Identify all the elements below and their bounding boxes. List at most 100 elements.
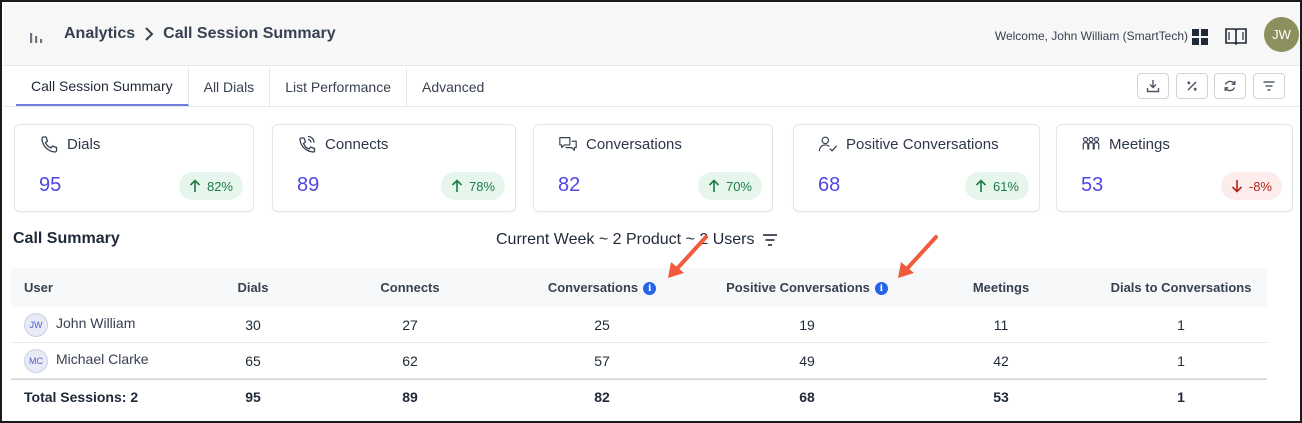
kpi-card-connects: Connects 89 78%	[272, 124, 516, 212]
user-avatar[interactable]: JW	[1264, 17, 1299, 52]
section-title: Call Summary	[13, 230, 120, 247]
col-meetings[interactable]: Meetings	[907, 280, 1095, 295]
filter-icon[interactable]	[762, 233, 778, 247]
cell-connects: 62	[402, 352, 418, 369]
kpi-card-dials: Dials 95 82%	[14, 124, 254, 212]
tab-divider	[4, 106, 1300, 107]
annotation-arrow-icon	[668, 235, 708, 278]
col-connects[interactable]: Connects	[323, 280, 497, 295]
filter-button[interactable]	[1253, 73, 1285, 99]
col-conversations[interactable]: Conversations i	[497, 279, 707, 296]
percent-icon	[1187, 81, 1197, 91]
phone-connect-icon	[299, 135, 316, 153]
kpi-header: Dials	[39, 135, 100, 153]
user-cell: MC Michael Clarke	[11, 348, 183, 373]
kpi-label: Conversations	[586, 135, 682, 153]
tab-bar: Call Session Summary All Dials List Perf…	[16, 68, 499, 106]
col-user[interactable]: User	[11, 280, 183, 295]
top-header: Analytics Call Session Summary Welcome, …	[4, 4, 1300, 66]
col-label: Positive Conversations	[726, 279, 870, 295]
total-dials-to-conversations: 1	[1177, 388, 1185, 405]
cell-conversations: 25	[594, 316, 610, 333]
kpi-label: Meetings	[1109, 135, 1170, 153]
tab-advanced[interactable]: Advanced	[407, 68, 499, 106]
col-dials-to-conversations[interactable]: Dials to Conversations	[1095, 280, 1267, 295]
kpi-card-conversations: Conversations 82 70%	[533, 124, 773, 212]
kpi-label: Positive Conversations	[846, 135, 999, 153]
kpi-label: Dials	[67, 135, 101, 153]
breadcrumb: Analytics Call Session Summary	[64, 25, 336, 43]
user-cell: JW John William	[11, 312, 183, 337]
refresh-button[interactable]	[1214, 73, 1246, 99]
cell-dials-to-conversations: 1	[1177, 352, 1185, 369]
user-name: John William	[56, 314, 136, 331]
cell-meetings: 11	[993, 316, 1009, 333]
table-total-row: Total Sessions: 2 95 89 82 68 53 1	[11, 379, 1267, 413]
phone-icon	[41, 136, 58, 153]
download-button[interactable]	[1137, 73, 1169, 99]
tab-all-dials[interactable]: All Dials	[189, 68, 271, 106]
arrow-up-icon	[189, 179, 201, 192]
table-row[interactable]: MC Michael Clarke 65 62 57 49 42 1	[11, 343, 1267, 379]
kpi-header: Meetings	[1081, 135, 1170, 153]
grid-icon[interactable]	[1191, 28, 1209, 46]
user-name: Michael Clarke	[56, 350, 149, 367]
cell-dials: 30	[245, 316, 261, 333]
total-positive-conversations: 68	[799, 388, 815, 405]
total-dials: 95	[245, 388, 261, 405]
trend-badge: 70%	[697, 172, 762, 200]
trend-value: 78%	[468, 178, 495, 194]
group-icon	[1082, 136, 1100, 150]
table-header: User Dials Connects Conversations i Posit…	[11, 268, 1267, 307]
cell-dials-to-conversations: 1	[1177, 316, 1185, 333]
kpi-card-meetings: Meetings 53 -8%	[1056, 124, 1293, 212]
cell-positive-conversations: 19	[799, 316, 815, 333]
annotation-arrow-icon	[898, 235, 938, 278]
total-label: Total Sessions: 2	[24, 388, 139, 405]
total-conversations: 82	[594, 388, 610, 405]
kpi-value: 89	[297, 174, 320, 196]
kpi-card-positive-conversations: Positive Conversations 68 61%	[793, 124, 1040, 212]
filter-summary-text: Current Week ~ 2 Product ~ 2 Users	[496, 231, 755, 248]
trend-value: 70%	[725, 178, 752, 194]
tab-call-session-summary[interactable]: Call Session Summary	[16, 68, 189, 106]
app-frame: Analytics Call Session Summary Welcome, …	[0, 0, 1302, 423]
chat-bubbles-icon	[559, 137, 577, 151]
avatar: MC	[24, 348, 48, 373]
breadcrumb-analytics[interactable]: Analytics	[64, 25, 135, 43]
total-meetings: 53	[993, 388, 1009, 405]
trend-value: 82%	[206, 178, 233, 194]
refresh-icon	[1224, 80, 1236, 92]
chevron-right-icon	[145, 27, 154, 41]
trend-badge: -8%	[1220, 172, 1282, 200]
kpi-value: 53	[1081, 174, 1104, 196]
info-icon[interactable]: i	[643, 282, 657, 296]
trend-badge: 78%	[440, 172, 505, 200]
cell-positive-conversations: 49	[799, 352, 815, 369]
avatar: JW	[24, 312, 48, 337]
filter-icon	[1263, 81, 1275, 91]
col-positive-conversations[interactable]: Positive Conversations i	[707, 279, 907, 296]
kpi-header: Conversations	[558, 135, 682, 153]
breadcrumb-current: Call Session Summary	[163, 25, 336, 42]
cell-dials: 65	[245, 352, 261, 369]
filter-summary[interactable]: Current Week ~ 2 Product ~ 2 Users	[496, 231, 778, 249]
kpi-value: 82	[558, 174, 581, 196]
cell-conversations: 57	[594, 352, 610, 369]
book-icon[interactable]	[1224, 26, 1248, 46]
table-row[interactable]: JW John William 30 27 25 19 11 1	[11, 307, 1267, 343]
kpi-value: 95	[39, 174, 62, 196]
cell-meetings: 42	[993, 352, 1009, 369]
kpi-label: Connects	[325, 135, 389, 153]
arrow-down-icon	[1231, 180, 1242, 193]
tab-list-performance[interactable]: List Performance	[270, 68, 408, 106]
percent-toggle-button[interactable]	[1176, 73, 1208, 99]
download-icon	[1146, 80, 1160, 93]
kpi-value: 68	[818, 174, 841, 196]
col-label: Conversations	[547, 279, 639, 295]
kpi-header: Connects	[297, 135, 388, 153]
trend-badge: 61%	[964, 172, 1029, 200]
info-icon[interactable]: i	[874, 282, 888, 296]
arrow-up-icon	[451, 179, 463, 192]
col-dials[interactable]: Dials	[183, 280, 323, 295]
